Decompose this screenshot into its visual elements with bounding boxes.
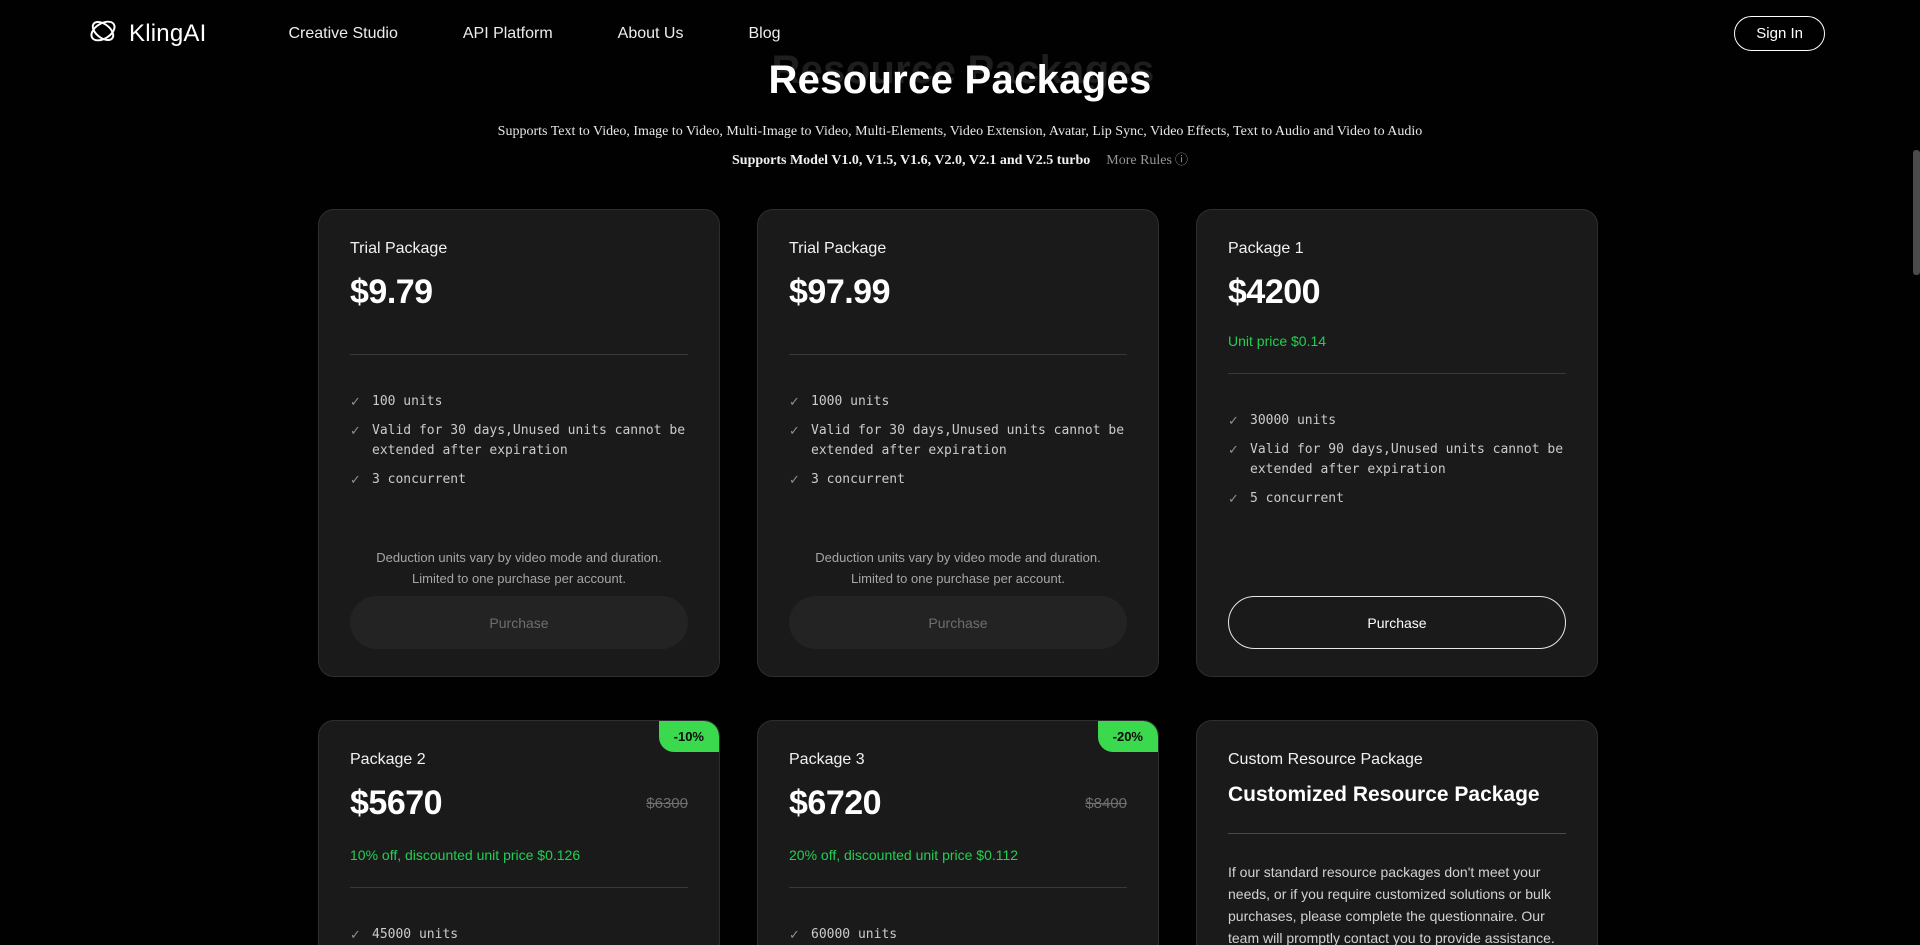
check-icon: ✓ xyxy=(350,421,372,461)
feature-item: ✓3 concurrent xyxy=(789,470,1127,490)
package-name: Trial Package xyxy=(350,240,688,258)
nav-item-api-platform[interactable]: API Platform xyxy=(463,25,553,43)
check-icon: ✓ xyxy=(789,392,811,412)
card-package-1: Package 1 $4200 Unit price $0.14 ✓30000 … xyxy=(1196,209,1598,677)
feature-list: ✓45000 units xyxy=(350,925,688,945)
check-icon: ✓ xyxy=(789,470,811,490)
feature-item: ✓1000 units xyxy=(789,392,1127,412)
divider xyxy=(789,887,1127,888)
divider xyxy=(1228,373,1566,374)
card-trial-package-small: Trial Package $9.79 ✓100 units ✓Valid fo… xyxy=(318,209,720,677)
original-price: $6300 xyxy=(646,795,688,812)
logo-text: KlingAI xyxy=(129,20,206,48)
check-icon: ✓ xyxy=(1228,489,1250,509)
page-title: Resource Packages xyxy=(0,58,1920,103)
check-icon: ✓ xyxy=(1228,411,1250,431)
main-nav: Creative Studio API Platform About Us Bl… xyxy=(288,25,780,43)
feature-item: ✓30000 units xyxy=(1228,411,1566,431)
check-icon: ✓ xyxy=(350,470,372,490)
nav-item-blog[interactable]: Blog xyxy=(748,25,780,43)
unit-price-label: Unit price $0.14 xyxy=(1228,333,1566,349)
info-icon: ⓘ xyxy=(1175,152,1188,167)
nav-item-creative-studio[interactable]: Creative Studio xyxy=(288,25,397,43)
purchase-notes: Deduction units vary by video mode and d… xyxy=(789,547,1127,589)
discount-label: 10% off, discounted unit price $0.126 xyxy=(350,847,688,863)
package-name: Package 3 xyxy=(789,751,1127,769)
sign-in-button[interactable]: Sign In xyxy=(1734,16,1825,51)
subtitle-supported-models: Supports Model V1.0, V1.5, V1.6, V2.0, V… xyxy=(0,149,1920,169)
packages-grid: Trial Package $9.79 ✓100 units ✓Valid fo… xyxy=(318,209,1598,945)
feature-item: ✓45000 units xyxy=(350,925,688,945)
purchase-button[interactable]: Purchase xyxy=(350,596,688,649)
package-price: $5670 xyxy=(350,784,442,823)
package-name: Trial Package xyxy=(789,240,1127,258)
divider xyxy=(350,354,688,355)
package-price: $9.79 xyxy=(350,273,433,312)
note-line: Deduction units vary by video mode and d… xyxy=(789,547,1127,568)
purchase-button[interactable]: Purchase xyxy=(789,596,1127,649)
top-nav-bar: KlingAI Creative Studio API Platform Abo… xyxy=(0,0,1920,67)
check-icon: ✓ xyxy=(789,421,811,461)
subtitle-supported-features: Supports Text to Video, Image to Video, … xyxy=(0,124,1920,140)
feature-item: ✓60000 units xyxy=(789,925,1127,945)
note-line: Deduction units vary by video mode and d… xyxy=(350,547,688,568)
package-name: Package 2 xyxy=(350,751,688,769)
note-line: Limited to one purchase per account. xyxy=(350,568,688,589)
divider xyxy=(1228,833,1566,834)
supported-models-text: Supports Model V1.0, V1.5, V1.6, V2.0, V… xyxy=(732,153,1090,168)
nav-item-about-us[interactable]: About Us xyxy=(618,25,684,43)
check-icon: ✓ xyxy=(350,392,372,412)
feature-item: ✓Valid for 30 days,Unused units cannot b… xyxy=(789,421,1127,461)
feature-item: ✓Valid for 90 days,Unused units cannot b… xyxy=(1228,440,1566,480)
purchase-notes: Deduction units vary by video mode and d… xyxy=(350,547,688,589)
more-rules-link[interactable]: More Rulesⓘ xyxy=(1106,153,1188,168)
feature-item: ✓3 concurrent xyxy=(350,470,688,490)
check-icon: ✓ xyxy=(350,925,372,945)
divider xyxy=(789,354,1127,355)
feature-list: ✓100 units ✓Valid for 30 days,Unused uni… xyxy=(350,392,688,490)
klingai-logo[interactable]: KlingAI xyxy=(86,16,206,51)
feature-item: ✓100 units xyxy=(350,392,688,412)
package-price: $4200 xyxy=(1228,273,1320,312)
klingai-logo-icon xyxy=(86,16,120,51)
feature-list: ✓60000 units xyxy=(789,925,1127,945)
discount-label: 20% off, discounted unit price $0.112 xyxy=(789,847,1127,863)
scrollbar-thumb[interactable] xyxy=(1913,150,1920,275)
klingai-pricing-page: KlingAI Creative Studio API Platform Abo… xyxy=(0,0,1920,945)
custom-package-description: If our standard resource packages don't … xyxy=(1228,861,1566,945)
feature-list: ✓1000 units ✓Valid for 30 days,Unused un… xyxy=(789,392,1127,490)
package-price: $97.99 xyxy=(789,273,890,312)
divider xyxy=(350,887,688,888)
feature-item: ✓5 concurrent xyxy=(1228,489,1566,509)
check-icon: ✓ xyxy=(1228,440,1250,480)
note-line: Limited to one purchase per account. xyxy=(789,568,1127,589)
package-name: Package 1 xyxy=(1228,240,1566,258)
package-name: Custom Resource Package xyxy=(1228,751,1566,769)
card-custom-package: Custom Resource Package Customized Resou… xyxy=(1196,720,1598,945)
card-package-2: -10% Package 2 $5670 $6300 10% off, disc… xyxy=(318,720,720,945)
feature-list: ✓30000 units ✓Valid for 90 days,Unused u… xyxy=(1228,411,1566,509)
discount-badge: -20% xyxy=(1098,721,1158,752)
card-package-3: -20% Package 3 $6720 $8400 20% off, disc… xyxy=(757,720,1159,945)
custom-package-heading: Customized Resource Package xyxy=(1228,783,1566,807)
original-price: $8400 xyxy=(1085,795,1127,812)
discount-badge: -10% xyxy=(659,721,719,752)
purchase-button[interactable]: Purchase xyxy=(1228,596,1566,649)
check-icon: ✓ xyxy=(789,925,811,945)
card-trial-package-large: Trial Package $97.99 ✓1000 units ✓Valid … xyxy=(757,209,1159,677)
feature-item: ✓Valid for 30 days,Unused units cannot b… xyxy=(350,421,688,461)
package-price: $6720 xyxy=(789,784,881,823)
